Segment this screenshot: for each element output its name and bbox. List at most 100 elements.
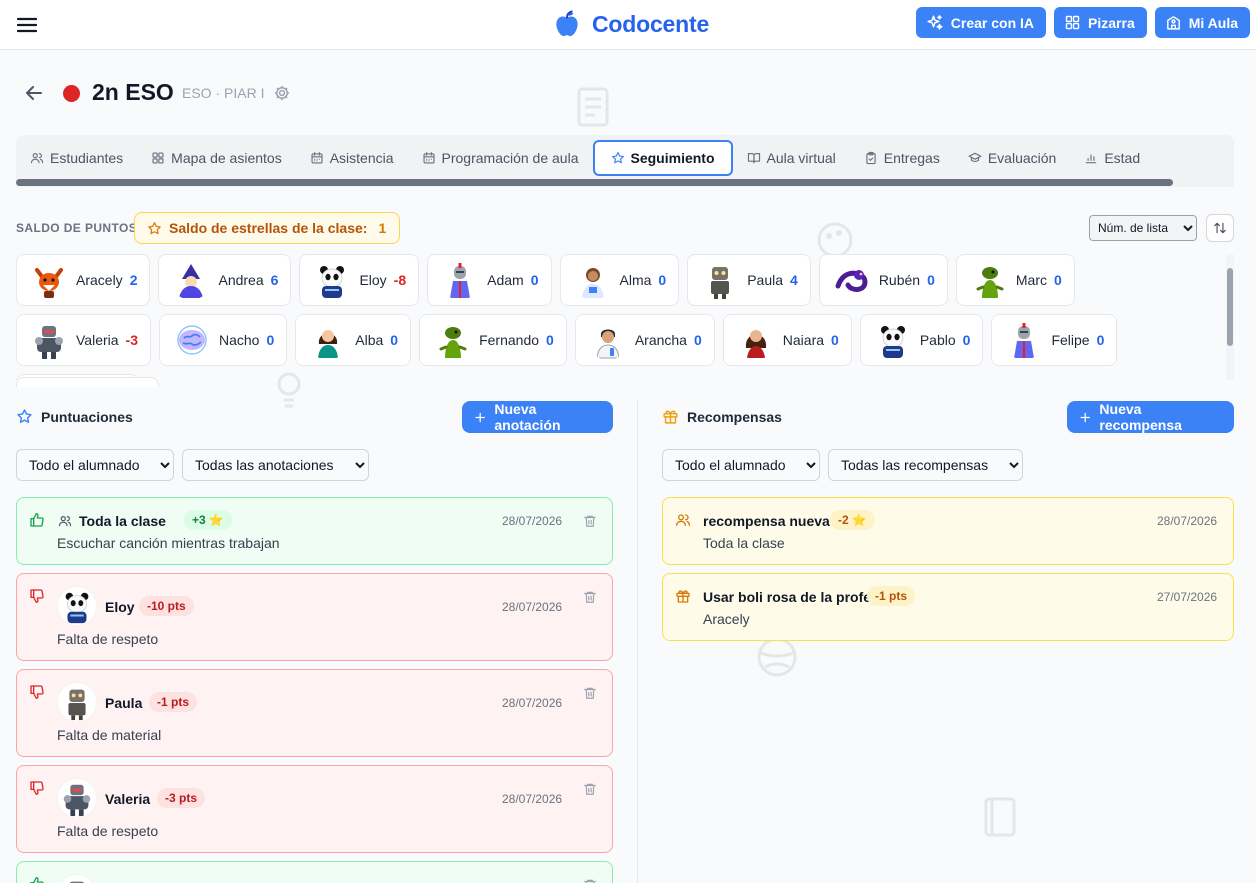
tab-mapa-de-asientos[interactable]: Mapa de asientos [137,140,296,176]
student-points-card[interactable]: Aracely 2 [16,254,151,306]
student-points-card[interactable]: Andrea 6 [158,254,292,306]
student-points-card[interactable]: Adam 0 [427,254,552,306]
student-points-card[interactable]: Arancha 0 [574,314,715,366]
student-points-card[interactable]: Eloy -8 [299,254,420,306]
student-name: Paula [747,272,784,288]
class-star-balance: Saldo de estrellas de la clase: 1 [134,212,401,244]
entry-target: Paula [105,695,143,711]
panel-divider [637,400,638,883]
rewards-student-filter[interactable]: Todo el alumnado [662,449,820,481]
student-points-card[interactable]: Marc 0 [955,254,1075,306]
trash-icon[interactable] [583,782,597,796]
new-annotation-label: Nueva anotación [494,401,561,433]
student-points-card[interactable]: Paula 4 [687,254,811,306]
tab-aula-virtual[interactable]: Aula virtual [733,140,850,176]
tab-estudiantes[interactable]: Estudiantes [16,140,137,176]
score-entry-card[interactable]: Eloy -10 pts 28/07/2026 Falta de respeto [16,573,613,661]
points-badge: -1 pts [149,692,198,712]
reward-date: 27/07/2026 [1157,590,1218,604]
student-card-partial [16,377,159,387]
student-points-card[interactable]: Pablo 0 [859,314,984,366]
student-name: Aracely [76,272,123,288]
reward-recipient: Aracely [703,611,750,627]
student-points: 0 [831,332,839,348]
reward-cost-badge: -2 ⭐ [830,510,875,530]
student-points: 6 [270,272,279,288]
student-name: Pablo [919,332,956,348]
points-section-label: SALDO DE PUNTOS [16,221,138,235]
trash-icon[interactable] [583,514,597,528]
entry-description: Falta de respeto [57,823,159,839]
star-emoji-icon: ⭐ [851,513,867,527]
star-emoji-icon: ⭐ [208,513,224,527]
trash-icon[interactable] [583,590,597,604]
student-name: Fernando [479,332,540,348]
new-reward-label: Nueva recompensa [1099,401,1182,433]
reward-date: 28/07/2026 [1157,514,1218,528]
avatar [735,320,776,360]
student-points-card[interactable]: Felipe 0 [991,314,1118,366]
student-points: 0 [693,332,702,348]
trash-icon[interactable] [583,878,597,883]
score-entry-card[interactable]: Valeria -3 pts 28/07/2026 Falta de respe… [16,765,613,853]
avatar [1004,320,1045,360]
star-icon [16,408,33,425]
reward-entry-card[interactable]: Usar boli rosa de la profe -1 pts 27/07/… [662,573,1234,641]
hamburger-menu-icon[interactable] [12,10,42,40]
student-name: Felipe [1051,332,1090,348]
rewards-type-filter[interactable]: Todas las recompensas [828,449,1023,481]
my-classroom-label: Mi Aula [1188,14,1238,31]
tab-asistencia[interactable]: Asistencia [296,140,408,176]
users-icon [58,514,72,528]
score-entry-card[interactable]: Paula -1 pts 28/07/2026 Falta de materia… [16,669,613,757]
student-points-card[interactable]: Alba 0 [295,314,412,366]
student-points: 0 [546,332,554,348]
avatar [872,320,913,360]
student-points-card[interactable]: Nacho 0 [159,314,288,366]
thumbs-down-icon [29,780,45,796]
reward-title: Usar boli rosa de la profe [703,589,872,605]
student-points-card[interactable]: Valeria -3 [16,314,151,366]
tab-seguimiento[interactable]: Seguimiento [592,140,733,176]
score-entry-card[interactable] [16,861,613,883]
tab-entregas[interactable]: Entregas [850,140,954,176]
student-name: Rubén [878,272,921,288]
avatar [57,874,97,883]
users-icon [30,151,44,165]
student-points-card[interactable]: Alma 0 [559,254,680,306]
student-points-card[interactable]: Rubén 0 [818,254,948,306]
calendar-icon [310,151,324,165]
whiteboard-button[interactable]: Pizarra [1054,7,1147,38]
new-annotation-button[interactable]: Nueva anotación [462,401,613,433]
gear-icon[interactable] [273,84,291,102]
back-arrow-icon[interactable] [22,81,46,105]
trash-icon[interactable] [583,686,597,700]
my-classroom-button[interactable]: Mi Aula [1154,7,1250,38]
scores-student-filter[interactable]: Todo el alumnado [16,449,174,481]
brand-logo[interactable]: Codocente [554,9,709,39]
create-with-ai-button[interactable]: Crear con IA [915,7,1047,38]
tab-label: Mapa de asientos [171,150,282,166]
tabs-scrollbar[interactable] [16,179,1173,186]
sort-select[interactable]: Núm. de lista [1089,215,1197,241]
student-points-card[interactable]: Naiara 0 [722,314,852,366]
scores-type-filter[interactable]: Todas las anotaciones [182,449,369,481]
students-scrollbar[interactable] [1226,254,1234,380]
tab-estad[interactable]: Estad [1070,140,1154,176]
score-entry-card[interactable]: Toda la clase +3 ⭐ 28/07/2026 Escuchar ca… [16,497,613,565]
avatar [171,260,212,300]
thumbs-up-icon [29,876,45,883]
tab-label: Aula virtual [766,150,836,166]
tab-evaluación[interactable]: Evaluación [954,140,1071,176]
student-points: 0 [390,332,399,348]
points-badge: -3 pts [157,788,206,808]
background-doodle-icon [984,797,1016,837]
reward-entry-card[interactable]: recompensa nueva -2 ⭐ 28/07/2026 Toda la … [662,497,1234,565]
tab-programación-de-aula[interactable]: Programación de aula [408,140,593,176]
new-reward-button[interactable]: Nueva recompensa [1067,401,1234,433]
student-points-card[interactable]: Fernando 0 [419,314,567,366]
student-name: Valeria [76,332,119,348]
sort-direction-button[interactable] [1206,214,1234,242]
avatar [312,260,353,300]
avatar [57,682,97,722]
